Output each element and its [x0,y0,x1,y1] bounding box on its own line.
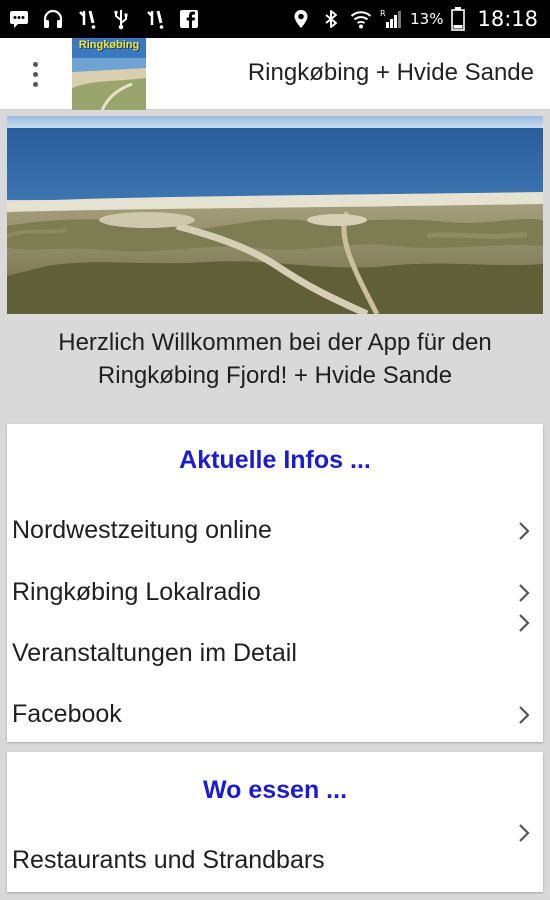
chevron-right-icon [519,584,530,602]
dunes-landscape [7,116,543,314]
notification-icons [8,6,200,32]
section-card-wo-essen: Wo essen ... Restaurants und Strandbars [7,752,543,892]
svg-text:R: R [380,9,386,18]
system-icons: R 13% 18:18 [290,6,538,32]
headset-icon [43,9,63,28]
app-logo: Ringkøbing [72,38,146,110]
welcome-line-2: Ringkøbing Fjord! + Hvide Sande [97,362,453,389]
notification-icon [79,10,96,29]
notification-icon [147,10,164,29]
list-item-label: Ringkøbing Lokalradio [12,578,261,606]
bluetooth-icon [325,10,338,28]
welcome-text: Herzlich Willkommen bei der App für den … [0,326,550,392]
section-heading: Wo essen ... [202,776,348,804]
battery-percent: 13% [410,10,444,28]
chevron-right-icon [519,824,530,842]
chevron-right-icon [519,522,530,540]
app-title: Ringkøbing + Hvide Sande [247,59,534,86]
list-item-facebook[interactable]: Facebook [7,692,543,736]
logo-text: Ringkøbing [78,39,140,51]
overflow-menu-button[interactable] [22,56,48,92]
list-item-label: Facebook [12,700,122,728]
list-item-lokalradio[interactable]: Ringkøbing Lokalradio [7,570,543,614]
location-icon [294,10,308,28]
menu-dot [32,71,38,77]
hero-image [7,116,543,314]
status-bar: R 13% 18:18 [0,0,550,38]
section-card-aktuelle-infos: Aktuelle Infos ... Nordwestzeitung onlin… [7,424,543,742]
list-item-restaurants[interactable]: Restaurants und Strandbars [7,824,543,882]
clock: 18:18 [477,7,538,31]
facebook-icon [180,10,198,28]
menu-dot [32,61,38,67]
list-item-nordwestzeitung[interactable]: Nordwestzeitung online [7,508,543,552]
message-icon [10,11,28,28]
list-item-veranstaltungen[interactable]: Veranstaltungen im Detail [7,614,543,675]
menu-dot [32,81,38,87]
chevron-right-icon [519,706,530,724]
welcome-line-1: Herzlich Willkommen bei der App für den [58,329,492,356]
app-bar: Ringkøbing Ringkøbing + Hvide Sande [0,38,550,110]
signal-icon: R [380,9,402,28]
wifi-icon [350,11,372,29]
section-heading: Aktuelle Infos ... [179,446,371,474]
chevron-right-icon [519,614,530,632]
list-item-label: Veranstaltungen im Detail [12,639,297,667]
list-item-label: Restaurants und Strandbars [12,846,325,874]
battery-icon [451,7,466,31]
usb-icon [114,10,128,30]
list-item-label: Nordwestzeitung online [12,516,272,544]
